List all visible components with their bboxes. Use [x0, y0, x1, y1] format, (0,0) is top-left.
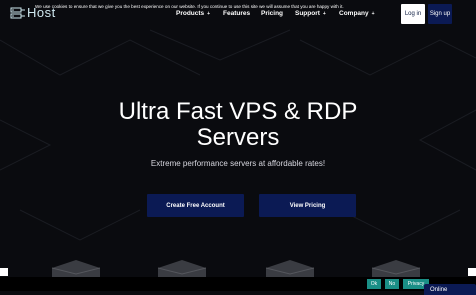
cookie-no-button[interactable]: No: [385, 279, 399, 289]
nav-item-company[interactable]: Company +: [339, 10, 375, 18]
nav-item-label: Pricing: [261, 10, 284, 17]
nav-item-label: Company: [339, 10, 369, 17]
chat-label: Online: [430, 286, 448, 293]
nav-item-label: Products: [176, 10, 205, 17]
chat-widget[interactable]: Online: [424, 284, 476, 295]
create-account-button[interactable]: Create Free Account: [147, 194, 244, 217]
plus-icon: +: [207, 11, 211, 17]
plus-icon: +: [371, 11, 375, 17]
nav-item-products[interactable]: Products +: [176, 10, 210, 18]
nav-item-label: Support: [295, 10, 320, 17]
decorative-corner: [0, 268, 8, 276]
nav-item-features[interactable]: Features: [223, 10, 250, 18]
view-pricing-button[interactable]: View Pricing: [259, 194, 356, 217]
nav-item-pricing[interactable]: Pricing: [261, 10, 283, 18]
login-button[interactable]: Log in: [401, 4, 425, 24]
hero-title-line: Ultra Fast VPS & RDP: [118, 98, 358, 125]
cookie-ok-button[interactable]: Ok: [367, 279, 381, 289]
nav-item-support[interactable]: Support +: [295, 10, 326, 18]
cookie-text: We use cookies to ensure that we give yo…: [35, 4, 344, 9]
hero-title: Ultra Fast VPS & RDP Servers: [0, 99, 476, 151]
hero-subtitle: Extreme performance servers at affordabl…: [150, 159, 326, 168]
signup-button[interactable]: Sign up: [428, 4, 452, 24]
hero-title-line: Servers: [196, 124, 280, 151]
plus-icon: +: [322, 11, 326, 17]
decorative-corner: [468, 268, 476, 276]
nav-item-label: Features: [223, 10, 251, 17]
server-logo-icon: [10, 7, 25, 19]
